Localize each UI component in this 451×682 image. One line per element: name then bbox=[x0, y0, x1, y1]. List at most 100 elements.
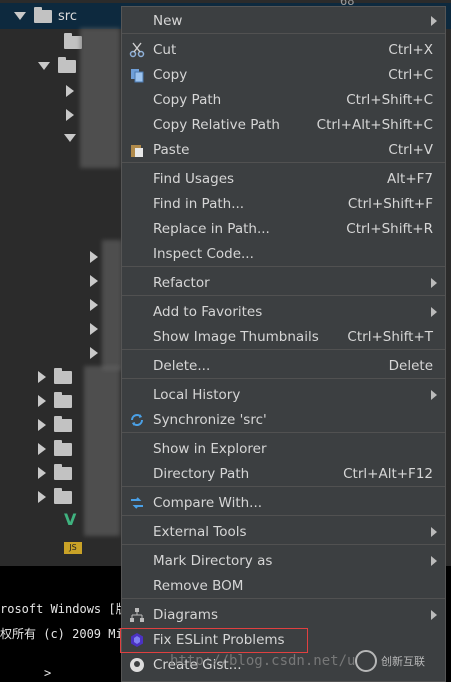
expand-arrow-icon[interactable] bbox=[14, 12, 26, 20]
tree-node[interactable] bbox=[38, 366, 72, 388]
submenu-arrow-icon bbox=[431, 278, 437, 288]
expand-arrow-icon[interactable] bbox=[38, 62, 50, 70]
menu-item-local-history[interactable]: Local History bbox=[122, 383, 445, 407]
terminal-line: rosoft Windows [版 bbox=[0, 602, 128, 616]
submenu-arrow-icon bbox=[431, 556, 437, 566]
collapse-arrow-icon[interactable] bbox=[90, 323, 98, 335]
collapse-arrow-icon[interactable] bbox=[38, 467, 46, 479]
collapse-arrow-icon[interactable] bbox=[90, 275, 98, 287]
menu-item-label: Delete... bbox=[153, 358, 211, 374]
menu-item-label: Compare With... bbox=[153, 495, 263, 511]
collapse-arrow-icon[interactable] bbox=[90, 299, 98, 311]
terminal-line: 权所有 (c) 2009 Mic bbox=[0, 627, 130, 641]
menu-separator bbox=[122, 515, 445, 516]
collapse-arrow-icon[interactable] bbox=[38, 395, 46, 407]
collapse-arrow-icon[interactable] bbox=[38, 419, 46, 431]
menu-item-shortcut: Ctrl+Shift+C bbox=[346, 92, 433, 108]
tree-node[interactable] bbox=[66, 80, 74, 102]
menu-item-compare-with[interactable]: Compare With... bbox=[122, 491, 445, 515]
tree-node[interactable] bbox=[38, 414, 72, 436]
menu-item-find-in-path[interactable]: Find in Path... Ctrl+Shift+F bbox=[122, 192, 445, 216]
menu-item-label: Replace in Path... bbox=[153, 221, 270, 237]
menu-item-label: External Tools bbox=[153, 524, 247, 540]
brand-name: 创新互联 bbox=[381, 655, 425, 668]
tree-node[interactable] bbox=[90, 342, 98, 364]
tree-node[interactable] bbox=[90, 270, 98, 292]
menu-item-label: Add to Favorites bbox=[153, 304, 263, 320]
brand-watermark: 创新互联 bbox=[355, 650, 425, 672]
menu-item-label: Paste bbox=[153, 142, 190, 158]
collapse-arrow-icon[interactable] bbox=[38, 443, 46, 455]
menu-item-label: Inspect Code... bbox=[153, 246, 254, 262]
expand-arrow-icon[interactable] bbox=[64, 134, 76, 142]
brand-logo-icon bbox=[355, 650, 377, 672]
menu-item-label: Refactor bbox=[153, 275, 210, 291]
menu-separator bbox=[122, 486, 445, 487]
menu-separator bbox=[122, 295, 445, 296]
menu-item-copy-path[interactable]: Copy Path Ctrl+Shift+C bbox=[122, 88, 445, 112]
menu-item-add-to-favorites[interactable]: Add to Favorites bbox=[122, 300, 445, 324]
tree-root-src[interactable]: src bbox=[14, 5, 77, 27]
tree-node[interactable] bbox=[90, 318, 98, 340]
menu-separator bbox=[122, 266, 445, 267]
menu-item-shortcut: Ctrl+C bbox=[388, 67, 433, 83]
menu-item-label: Cut bbox=[153, 42, 177, 58]
collapse-arrow-icon[interactable] bbox=[90, 347, 98, 359]
collapse-arrow-icon[interactable] bbox=[38, 371, 46, 383]
tree-node[interactable] bbox=[38, 438, 72, 460]
collapse-arrow-icon[interactable] bbox=[90, 251, 98, 263]
tree-node[interactable] bbox=[90, 294, 98, 316]
tree-node[interactable] bbox=[38, 462, 72, 484]
folder-icon bbox=[54, 367, 72, 384]
menu-item-label: Copy Path bbox=[153, 92, 222, 108]
copy-icon bbox=[128, 66, 146, 84]
menu-item-external-tools[interactable]: External Tools bbox=[122, 520, 445, 544]
menu-item-copy[interactable]: Copy Ctrl+C bbox=[122, 63, 445, 87]
menu-item-replace-in-path[interactable]: Replace in Path... Ctrl+Shift+R bbox=[122, 217, 445, 241]
tree-node[interactable] bbox=[38, 486, 72, 508]
menu-item-new[interactable]: New bbox=[122, 9, 445, 33]
tree-node[interactable] bbox=[38, 55, 76, 77]
menu-item-label: New bbox=[153, 13, 183, 29]
menu-item-delete[interactable]: Delete... Delete bbox=[122, 354, 445, 378]
tree-node[interactable] bbox=[64, 127, 76, 149]
menu-separator bbox=[122, 544, 445, 545]
menu-item-shortcut: Ctrl+Alt+Shift+C bbox=[316, 117, 433, 133]
menu-item-shortcut: Ctrl+V bbox=[388, 142, 433, 158]
menu-item-find-usages[interactable]: Find Usages Alt+F7 bbox=[122, 167, 445, 191]
tree-node[interactable] bbox=[66, 104, 74, 126]
menu-item-label: Find in Path... bbox=[153, 196, 245, 212]
highlight-box bbox=[120, 628, 308, 653]
menu-item-label: Remove BOM bbox=[153, 578, 244, 594]
tree-node[interactable] bbox=[56, 31, 82, 53]
paste-icon bbox=[128, 141, 146, 159]
menu-item-label: Mark Directory as bbox=[153, 553, 273, 569]
submenu-arrow-icon bbox=[431, 307, 437, 317]
collapse-arrow-icon[interactable] bbox=[38, 491, 46, 503]
menu-item-label: Local History bbox=[153, 387, 241, 403]
menu-item-cut[interactable]: Cut Ctrl+X bbox=[122, 38, 445, 62]
sync-icon bbox=[128, 411, 146, 429]
github-icon bbox=[128, 656, 146, 674]
menu-item-directory-path[interactable]: Directory Path Ctrl+Alt+F12 bbox=[122, 462, 445, 486]
menu-item-copy-relative-path[interactable]: Copy Relative Path Ctrl+Alt+Shift+C bbox=[122, 113, 445, 137]
tree-node[interactable] bbox=[38, 390, 72, 412]
menu-item-inspect-code[interactable]: Inspect Code... bbox=[122, 242, 445, 266]
menu-item-shortcut: Ctrl+Alt+F12 bbox=[343, 466, 433, 482]
menu-item-label: Directory Path bbox=[153, 466, 250, 482]
collapse-arrow-icon[interactable] bbox=[66, 109, 74, 121]
menu-item-show-in-explorer[interactable]: Show in Explorer bbox=[122, 437, 445, 461]
menu-item-mark-directory-as[interactable]: Mark Directory as bbox=[122, 549, 445, 573]
blurred-content bbox=[102, 240, 122, 370]
context-menu: New Cut Ctrl+X Copy Ctrl+C Copy Path Ctrl+Shif… bbox=[121, 6, 446, 682]
menu-item-synchronize-src[interactable]: Synchronize 'src' bbox=[122, 408, 445, 432]
tree-node[interactable] bbox=[90, 246, 98, 268]
menu-item-shortcut: Ctrl+Shift+F bbox=[347, 196, 433, 212]
menu-item-remove-bom[interactable]: Remove BOM bbox=[122, 574, 445, 598]
menu-item-diagrams[interactable]: Diagrams bbox=[122, 603, 445, 627]
menu-item-refactor[interactable]: Refactor bbox=[122, 271, 445, 295]
menu-item-paste[interactable]: Paste Ctrl+V bbox=[122, 138, 445, 162]
folder-icon bbox=[54, 391, 72, 408]
collapse-arrow-icon[interactable] bbox=[66, 85, 74, 97]
menu-item-show-image-thumbnails[interactable]: Show Image Thumbnails Ctrl+Shift+T bbox=[122, 325, 445, 349]
